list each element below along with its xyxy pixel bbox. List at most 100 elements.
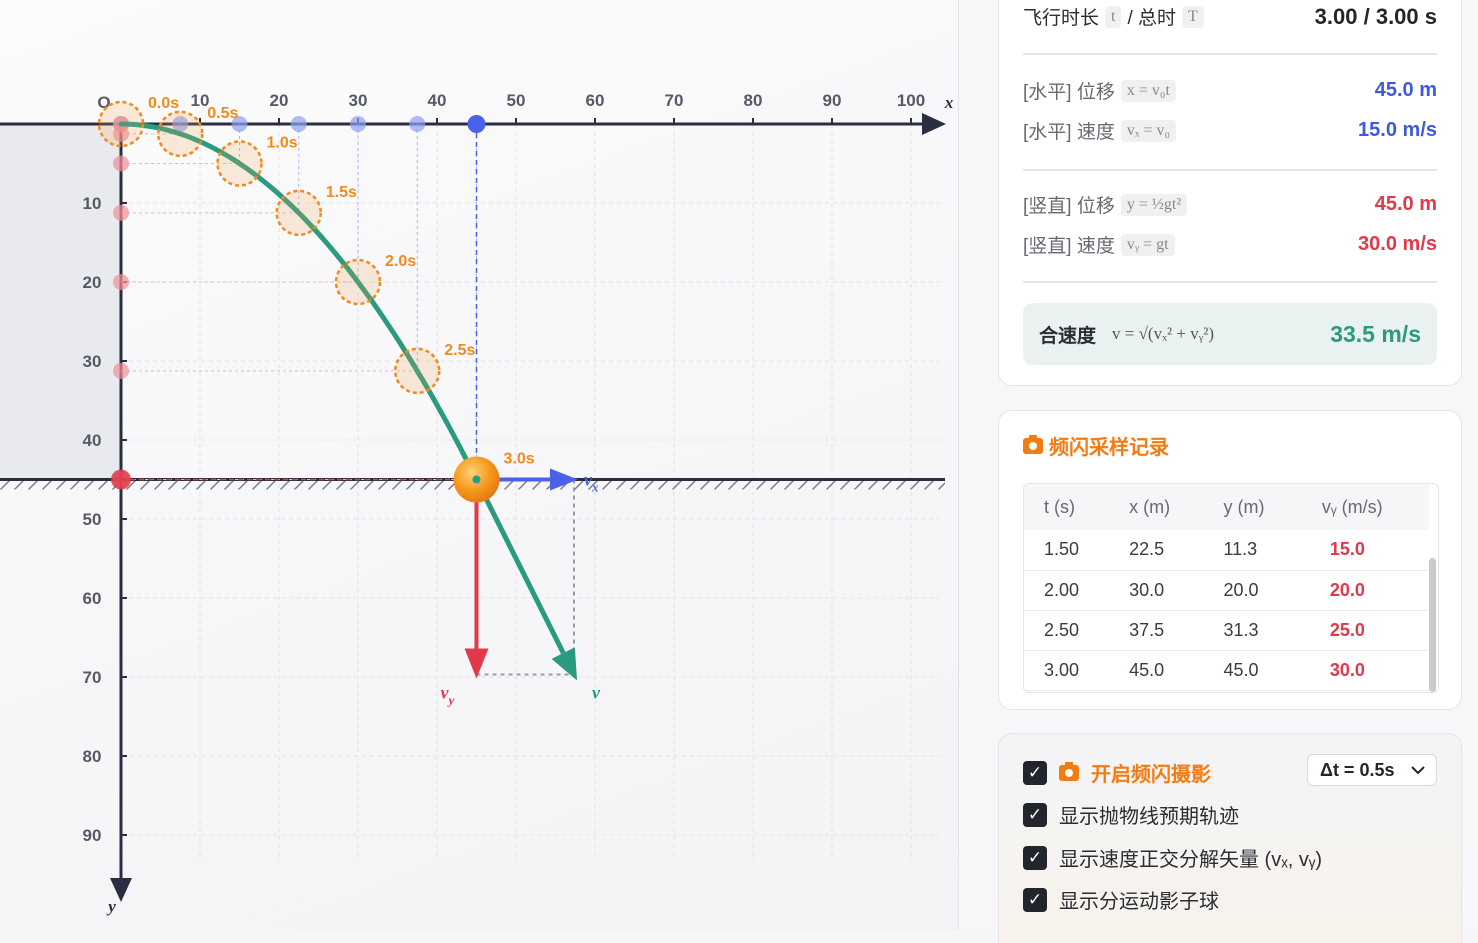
t-chip: t <box>1105 5 1122 28</box>
column-header: t (s) <box>1024 484 1110 530</box>
display-options-card: ✓ 开启频闪摄影 Δt = 0.5s ✓ 显示抛物线预期轨迹 ✓ 显示速度正交分… <box>998 733 1462 943</box>
vertical-shadow-ball <box>113 274 129 290</box>
y-tick-label: 20 <box>83 273 102 292</box>
flash-time-label: 1.0s <box>267 135 298 152</box>
vertical-shadow-ball <box>113 155 129 172</box>
horizontal-displacement-label: [水平] 位移 <box>1023 82 1115 103</box>
flash-time-label: 0.0s <box>148 95 179 112</box>
show-trajectory-toggle[interactable]: ✓ 显示抛物线预期轨迹 <box>1023 800 1239 829</box>
y-tick-label: 90 <box>83 826 102 845</box>
y-tick-label: 50 <box>83 510 102 529</box>
x-tick-label: 90 <box>823 91 842 110</box>
vertical-displacement-value: 45.0 m <box>1374 193 1437 215</box>
flash-photography-toggle[interactable]: ✓ 开启频闪摄影 <box>1023 758 1211 787</box>
camera-icon <box>1059 761 1079 781</box>
flash-time-label: 0.5s <box>207 105 238 122</box>
vy-label-subscript: y <box>447 693 455 708</box>
projectile-plot: 10 20 30 40 50 60 70 80 90 100102030405060708090O… <box>0 91 954 916</box>
vx-label-subscript: x <box>591 480 599 495</box>
flash-time-label: 3.0s <box>504 451 535 468</box>
flash-snapshot <box>157 110 204 158</box>
T-chip: T <box>1182 5 1204 28</box>
table-row: 3.00 45.0 45.0 30.0 <box>1024 650 1429 691</box>
y-tick-label: 80 <box>83 747 102 766</box>
vertical-velocity-formula: vᵧ = gt <box>1120 233 1175 256</box>
table-cell: 2.50 <box>1024 610 1110 651</box>
resultant-speed-box: 合速度 v = √(vₓ² + vᵧ²) 33.5 m/s <box>1023 303 1437 365</box>
horizontal-shadow-ball <box>290 116 307 132</box>
records-table: t (s) x (m) y (m) vᵧ (m/s) 1.50 22.5 11.… <box>1024 484 1429 691</box>
vertical-shadow-ball <box>113 204 129 221</box>
table-cell: 3.00 <box>1024 650 1110 691</box>
table-row: 2.50 37.5 31.3 25.0 <box>1024 610 1429 651</box>
resultant-speed-formula: v = √(vₓ² + vᵧ²) <box>1112 324 1214 343</box>
camera-icon <box>1023 434 1043 454</box>
total-time-label: / 总时 <box>1127 8 1177 29</box>
flash-records-title: 频闪采样记录 <box>1023 431 1169 460</box>
x-tick-label: 100 <box>897 91 925 110</box>
vy-label: vy <box>441 683 455 708</box>
x-tick-label: 80 <box>744 91 763 110</box>
checkbox-checked-icon[interactable]: ✓ <box>1023 887 1047 912</box>
flash-records-card: 频闪采样记录 t (s) x (m) y (m) vᵧ (m/s) 1.50 2… <box>998 410 1462 710</box>
flash-time-label: 1.5s <box>326 184 357 201</box>
flash-snapshot <box>334 258 382 306</box>
horizontal-displacement-row: [水平] 位移 x = v₀t 45.0 m <box>1023 77 1437 104</box>
table-header-row: t (s) x (m) y (m) vᵧ (m/s) <box>1024 484 1429 530</box>
show-shadow-balls-toggle[interactable]: ✓ 显示分运动影子球 <box>1023 885 1219 914</box>
table-cell: 25.0 <box>1297 610 1429 651</box>
x-tick-label: 70 <box>665 91 684 110</box>
table-row: 2.00 30.0 20.0 20.0 <box>1024 570 1429 611</box>
simulation-canvas[interactable]: 10 20 30 40 50 60 70 80 90 100 10 20 30 40 50 60 70 80 90 O… <box>0 0 958 930</box>
vertical-shadow-ball <box>113 362 129 379</box>
y-axis-label: y <box>106 897 116 916</box>
table-cell: 22.5 <box>1109 530 1204 571</box>
checkbox-checked-icon[interactable]: ✓ <box>1023 802 1047 827</box>
show-velocity-decomposition-toggle[interactable]: ✓ 显示速度正交分解矢量 (vₓ, vᵧ) <box>1023 843 1322 872</box>
table-cell: 11.3 <box>1203 530 1298 571</box>
table-cell: 1.50 <box>1024 530 1110 571</box>
vertical-velocity-row: [竖直] 速度 vᵧ = gt 30.0 m/s <box>1023 231 1437 258</box>
checkbox-checked-icon[interactable]: ✓ <box>1023 845 1047 870</box>
horizontal-displacement-formula: x = v₀t <box>1120 79 1176 102</box>
kinematics-card: 飞行时长 t / 总时 T 3.00 / 3.00 s [水平] 位移 x = v… <box>998 0 1462 386</box>
table-cell: 2.00 <box>1024 570 1110 611</box>
trajectory-path <box>118 121 479 482</box>
interval-select-value: Δt = 0.5s <box>1320 759 1395 780</box>
divider <box>1023 169 1437 171</box>
vertical-displacement-label: [竖直] 位移 <box>1023 196 1115 217</box>
vertical-displacement-formula: y = ½gt² <box>1120 193 1188 216</box>
checkbox-checked-icon[interactable]: ✓ <box>1023 760 1047 785</box>
y-tick-label: 30 <box>83 352 102 371</box>
divider <box>1023 53 1437 55</box>
table-cell: 30.0 <box>1297 650 1429 691</box>
show-trajectory-label: 显示抛物线预期轨迹 <box>1059 806 1239 828</box>
flash-time-label: 2.5s <box>444 342 475 359</box>
y-tick-label: 60 <box>83 589 102 608</box>
resultant-speed-label: 合速度 <box>1039 325 1097 347</box>
show-shadow-balls-label: 显示分运动影子球 <box>1059 891 1219 913</box>
interval-select[interactable]: Δt = 0.5s <box>1307 754 1437 786</box>
table-cell: 45.0 <box>1109 650 1204 691</box>
cliff-block <box>0 124 121 480</box>
table-cell: 20.0 <box>1297 570 1429 611</box>
horizontal-velocity-row: [水平] 速度 vₓ = v₀ 15.0 m/s <box>1023 117 1437 144</box>
table-cell: 20.0 <box>1203 570 1298 611</box>
x-tick-label: 20 <box>270 91 289 110</box>
x-axis-label: x <box>944 93 954 112</box>
table-scrollbar[interactable] <box>1429 558 1436 692</box>
flash-snapshot <box>216 140 263 187</box>
v-vector <box>474 478 566 655</box>
column-header: vᵧ (m/s) <box>1297 484 1429 530</box>
records-table-scroll[interactable]: t (s) x (m) y (m) vᵧ (m/s) 1.50 22.5 11.… <box>1023 483 1439 693</box>
horizontal-displacement-value: 45.0 m <box>1374 79 1437 101</box>
divider <box>1023 281 1437 283</box>
v-label: v <box>592 683 601 703</box>
vertical-velocity-value: 30.0 m/s <box>1358 233 1437 255</box>
flight-time-value: 3.00 / 3.00 s <box>1314 3 1437 29</box>
show-velocity-decomposition-label: 显示速度正交分解矢量 (vₓ, vᵧ) <box>1059 849 1322 871</box>
table-cell: 15.0 <box>1297 530 1429 571</box>
horizontal-shadow-ball <box>350 116 366 132</box>
x-tick-label: 30 <box>349 91 368 110</box>
horizontal-velocity-value: 15.0 m/s <box>1358 119 1437 141</box>
